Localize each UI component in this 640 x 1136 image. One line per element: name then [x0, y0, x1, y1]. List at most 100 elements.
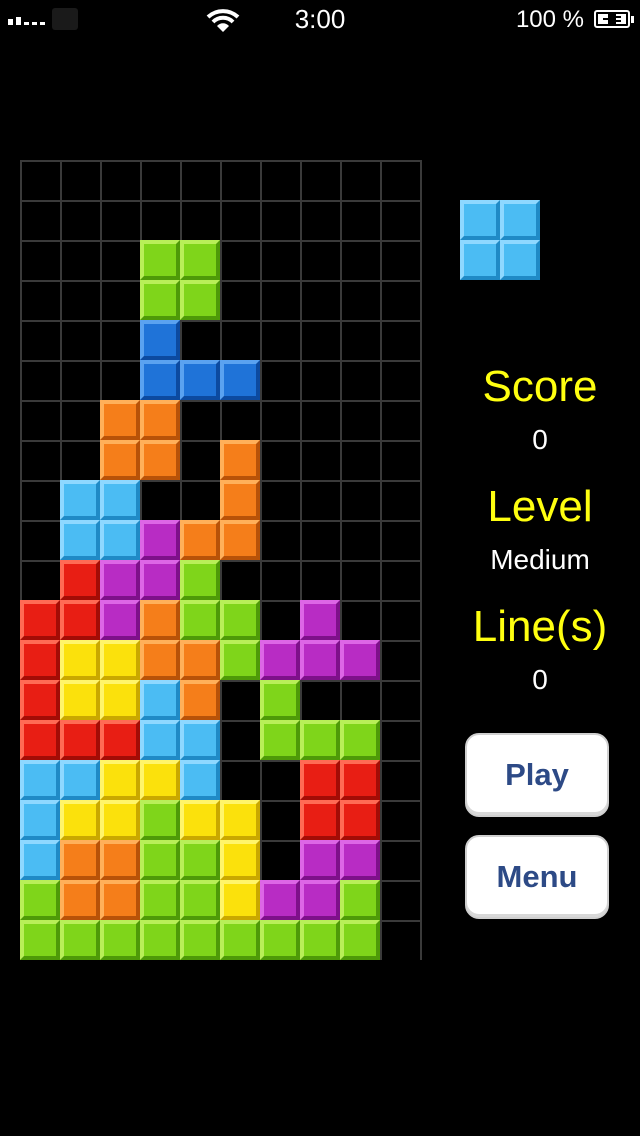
board-block-green [180, 240, 220, 280]
board-block-green [220, 600, 260, 640]
next-piece-block [460, 200, 500, 240]
board-block-orange [60, 840, 100, 880]
board-block-orange [140, 400, 180, 440]
board-block-green [100, 920, 140, 960]
board-block-yellow [140, 760, 180, 800]
next-piece-block [500, 200, 540, 240]
board-block-green [20, 880, 60, 920]
board-block-cyan [180, 760, 220, 800]
board-block-green [20, 920, 60, 960]
board-block-purple [300, 640, 340, 680]
board-block-green [140, 920, 180, 960]
board-block-green [140, 800, 180, 840]
board-block-cyan [60, 520, 100, 560]
board-block-orange [220, 520, 260, 560]
next-piece-block [500, 240, 540, 280]
board-block-orange [220, 480, 260, 520]
lines-value: 0 [532, 664, 548, 695]
board-block-cyan [100, 480, 140, 520]
board-block-yellow [60, 680, 100, 720]
board-block-purple [260, 880, 300, 920]
board-block-purple [300, 840, 340, 880]
board-block-yellow [100, 800, 140, 840]
board-block-yellow [100, 680, 140, 720]
board-block-red [60, 600, 100, 640]
board-block-cyan [20, 760, 60, 800]
board-block-red [20, 600, 60, 640]
board-block-cyan [140, 720, 180, 760]
next-piece-block [460, 240, 500, 280]
board-block-orange [140, 640, 180, 680]
board-block-orange [140, 440, 180, 480]
board-block-orange [220, 440, 260, 480]
board-block-red [20, 680, 60, 720]
board-block-yellow [220, 880, 260, 920]
board-block-green [260, 720, 300, 760]
board-block-red [300, 800, 340, 840]
battery-charging-icon [594, 10, 634, 28]
board-block-purple [340, 840, 380, 880]
board-block-green [140, 840, 180, 880]
level-value: Medium [490, 544, 590, 575]
board-block-green [340, 720, 380, 760]
board-block-green [140, 240, 180, 280]
game-board[interactable] [20, 160, 422, 960]
board-block-red [340, 760, 380, 800]
board-block-green [180, 560, 220, 600]
board-block-green [140, 880, 180, 920]
board-block-orange [180, 680, 220, 720]
board-block-green [340, 880, 380, 920]
status-bar: 3:00 100 % [0, 0, 640, 40]
board-block-green [140, 280, 180, 320]
board-block-orange [100, 440, 140, 480]
board-block-green [180, 280, 220, 320]
board-block-green [260, 920, 300, 960]
board-block-cyan [180, 720, 220, 760]
board-block-yellow [100, 760, 140, 800]
board-block-orange [60, 880, 100, 920]
board-block-red [20, 720, 60, 760]
board-block-purple [260, 640, 300, 680]
board-block-red [60, 720, 100, 760]
board-block-blue [180, 360, 220, 400]
board-block-blue [140, 320, 180, 360]
play-button[interactable]: Play [465, 733, 609, 817]
board-block-purple [340, 640, 380, 680]
board-block-purple [140, 560, 180, 600]
board-block-orange [180, 640, 220, 680]
board-block-green [220, 920, 260, 960]
board-block-orange [140, 600, 180, 640]
battery-percentage: 100 % [515, 6, 584, 33]
board-block-yellow [100, 640, 140, 680]
board-block-purple [300, 880, 340, 920]
board-block-orange [180, 520, 220, 560]
level-label: Level [487, 482, 593, 531]
board-block-blue [220, 360, 260, 400]
board-block-green [180, 840, 220, 880]
board-block-yellow [60, 640, 100, 680]
score-label: Score [482, 362, 598, 411]
board-block-green [300, 720, 340, 760]
board-block-orange [100, 400, 140, 440]
board-block-red [20, 640, 60, 680]
board-block-purple [300, 600, 340, 640]
score-value: 0 [532, 424, 548, 455]
board-block-cyan [20, 800, 60, 840]
board-block-purple [140, 520, 180, 560]
board-block-orange [100, 840, 140, 880]
board-block-red [60, 560, 100, 600]
board-block-green [180, 600, 220, 640]
board-block-red [300, 760, 340, 800]
board-block-red [340, 800, 380, 840]
board-block-red [100, 720, 140, 760]
board-block-purple [100, 560, 140, 600]
lines-label: Line(s) [472, 602, 608, 651]
board-block-yellow [180, 800, 220, 840]
board-block-green [180, 880, 220, 920]
board-block-yellow [60, 800, 100, 840]
menu-button[interactable]: Menu [465, 835, 609, 919]
board-block-green [60, 920, 100, 960]
board-block-cyan [20, 840, 60, 880]
board-block-cyan [100, 520, 140, 560]
board-block-yellow [220, 840, 260, 880]
